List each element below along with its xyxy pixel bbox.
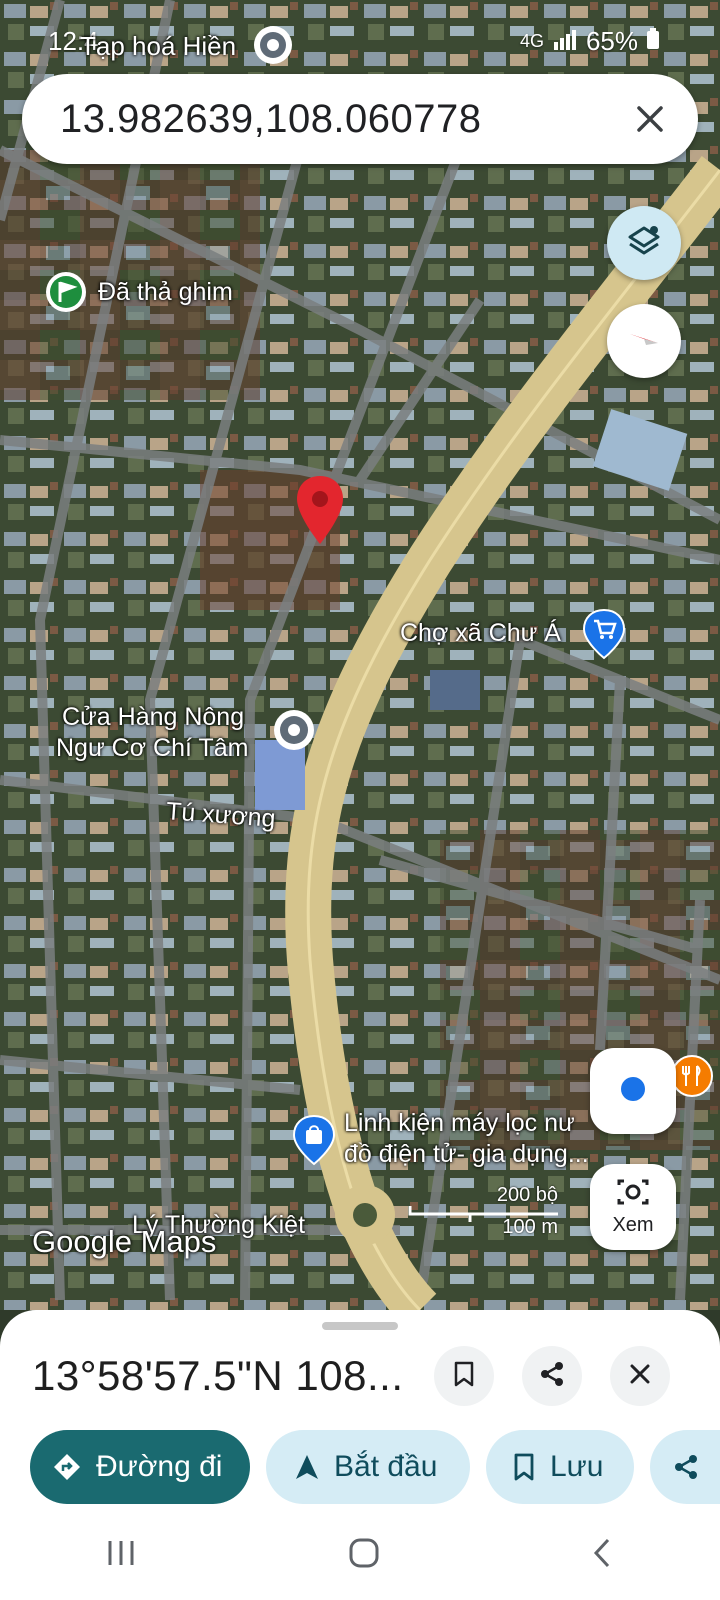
layers-button[interactable] xyxy=(607,206,681,280)
share-chip-button[interactable] xyxy=(650,1430,720,1504)
layers-icon xyxy=(625,222,663,265)
shopping-bag-icon[interactable] xyxy=(292,1114,336,1171)
search-input[interactable]: 13.982639,108.060778 xyxy=(60,97,482,142)
close-sheet-button[interactable] xyxy=(610,1346,670,1406)
shop-label[interactable]: Cửa Hàng Nông Ngư Cơ Chí Tâm xyxy=(56,702,248,765)
save-label: Lưu xyxy=(550,1450,604,1483)
directions-icon xyxy=(52,1452,82,1482)
place-icon[interactable] xyxy=(272,708,316,757)
my-location-button[interactable] xyxy=(590,1048,676,1134)
sheet-drag-handle[interactable] xyxy=(322,1322,398,1330)
save-button[interactable]: Lưu xyxy=(486,1430,634,1504)
save-icon-button[interactable] xyxy=(434,1346,494,1406)
recent-apps-icon[interactable] xyxy=(104,1538,138,1573)
market-label[interactable]: Chợ xã Chư Á xyxy=(400,618,561,649)
electronics-label-line2: đồ điện tử- gia dụng... xyxy=(344,1140,589,1169)
electronics-label-line1: Linh kiện máy lọc nư xyxy=(344,1109,575,1137)
navigation-arrow-icon xyxy=(294,1453,320,1481)
directions-button[interactable]: Đường đi xyxy=(30,1430,250,1504)
bookmark-icon xyxy=(452,1360,476,1393)
shop-label-line1: Cửa Hàng Nông xyxy=(62,703,245,731)
dropped-pin-label[interactable]: Đã thả ghim xyxy=(98,277,233,308)
place-label-top[interactable]: Tạp hoá Hiền xyxy=(80,30,236,63)
flag-pin-icon[interactable] xyxy=(44,270,88,319)
search-bar[interactable]: 13.982639,108.060778 xyxy=(22,74,698,164)
scale-bottom: 100 m xyxy=(502,1216,558,1238)
close-icon[interactable] xyxy=(630,99,670,139)
shop-label-line2: Ngư Cơ Chí Tâm xyxy=(56,734,249,763)
share-icon xyxy=(672,1453,700,1481)
shopping-cart-icon[interactable] xyxy=(582,608,626,665)
battery-icon xyxy=(646,26,660,57)
coordinates-title: 13°58'57.5"N 108... xyxy=(32,1352,404,1399)
share-icon xyxy=(538,1360,566,1393)
map-pin-icon[interactable] xyxy=(294,474,346,551)
lens-label: Xem xyxy=(612,1214,654,1236)
compass-button[interactable] xyxy=(607,304,681,378)
battery-percent: 65% xyxy=(585,25,638,56)
status-network: 4G xyxy=(519,30,544,51)
bookmark-icon xyxy=(512,1452,536,1482)
start-label: Bắt đầu xyxy=(334,1450,438,1483)
system-nav-bar xyxy=(0,1510,720,1600)
electronics-label[interactable]: Linh kiện máy lọc nư đồ điện tử- gia dụn… xyxy=(344,1108,589,1171)
signal-icon xyxy=(552,26,578,57)
my-location-icon xyxy=(618,1074,648,1109)
google-maps-watermark: Google Maps xyxy=(32,1224,217,1259)
close-icon xyxy=(629,1363,651,1390)
back-icon[interactable] xyxy=(590,1536,616,1575)
bottom-sheet[interactable]: 13°58'57.5"N 108... Đường đi Bắt đầu Lưu xyxy=(0,1310,720,1600)
directions-label: Đường đi xyxy=(96,1450,223,1483)
start-button[interactable]: Bắt đầu xyxy=(266,1430,470,1504)
lens-icon xyxy=(616,1177,650,1212)
restaurant-icon[interactable] xyxy=(670,1054,714,1103)
place-icon[interactable] xyxy=(252,24,294,71)
status-right: 4G 65% xyxy=(520,26,660,57)
share-icon-button[interactable] xyxy=(522,1346,582,1406)
lens-button[interactable]: Xem xyxy=(590,1164,676,1250)
compass-icon xyxy=(624,319,664,364)
home-icon[interactable] xyxy=(347,1536,381,1575)
scale-bar: 200 bộ 100 m xyxy=(408,1184,560,1238)
